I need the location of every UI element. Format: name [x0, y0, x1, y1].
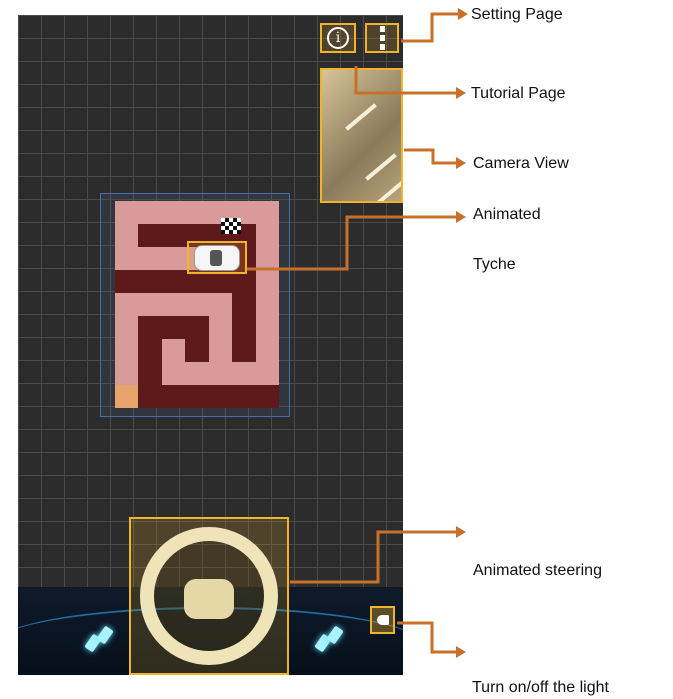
app-screen: i	[18, 15, 403, 675]
steering-wheel-icon	[140, 527, 278, 665]
settings-menu-button[interactable]	[365, 23, 399, 53]
light-toggle-label: Turn on/off the light	[472, 679, 609, 696]
tutorial-page-label: Tutorial Page	[471, 85, 566, 102]
menu-icon-dot	[379, 44, 385, 50]
camera-light-stripe	[375, 178, 401, 201]
camera-light-stripe	[345, 103, 377, 131]
camera-arrow	[404, 148, 456, 165]
camera-view[interactable]	[320, 68, 403, 203]
animated-steering-label: Animated steering	[473, 562, 602, 579]
menu-icon	[379, 26, 385, 32]
setting-arrow	[401, 12, 458, 43]
setting-page-label: Setting Page	[471, 6, 563, 23]
tyche-label: Tyche	[473, 256, 516, 273]
steering-wheel[interactable]	[129, 517, 289, 675]
steering-hub	[184, 579, 234, 619]
animated-tyche-car	[187, 241, 247, 274]
car-icon	[194, 244, 240, 271]
animated-label: Animated	[473, 206, 541, 223]
maze-grid	[115, 201, 279, 408]
light-arrow	[397, 621, 456, 654]
maze-map	[100, 193, 290, 417]
info-icon: i	[327, 27, 349, 49]
headlight-toggle-button[interactable]	[370, 606, 395, 634]
camera-view-label: Camera View	[473, 155, 569, 172]
camera-light-stripe	[365, 153, 397, 181]
menu-icon-dot	[379, 35, 385, 41]
finish-flag-icon	[221, 218, 241, 234]
headlight-icon	[376, 615, 389, 625]
tutorial-button[interactable]: i	[320, 23, 356, 53]
